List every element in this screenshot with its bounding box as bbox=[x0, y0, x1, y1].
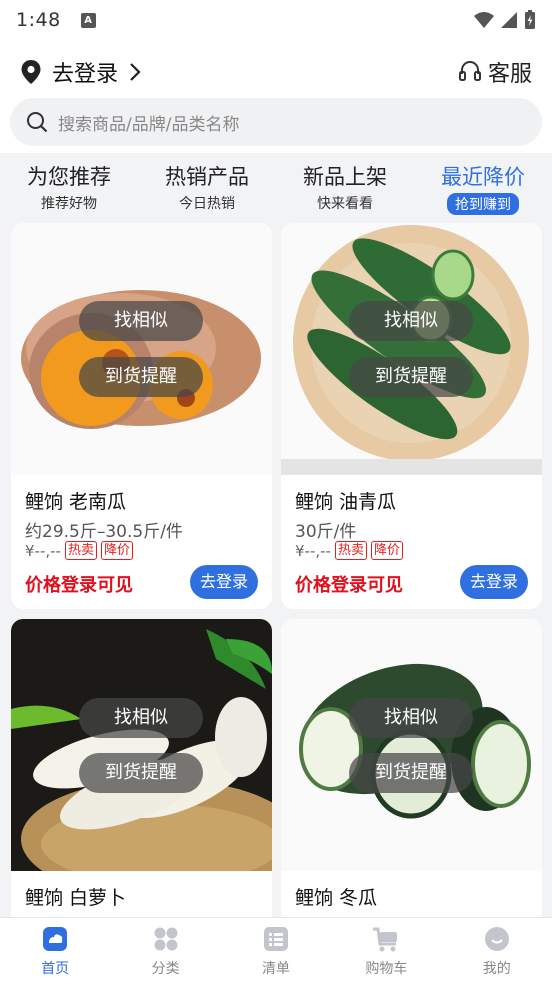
customer-service-label: 客服 bbox=[487, 62, 532, 87]
tab-subtitle: 快来看看 bbox=[317, 196, 373, 212]
arrival-notify-button[interactable]: 到货提醒 bbox=[349, 753, 473, 793]
arrival-notify-button[interactable]: 到货提醒 bbox=[349, 357, 473, 397]
nav-label: 我的 bbox=[482, 961, 511, 977]
product-image-pumpkin: 找相似 到货提醒 bbox=[11, 223, 272, 475]
product-name: 鲤饷 冬瓜 bbox=[295, 887, 378, 909]
tab-title: 热销产品 bbox=[165, 165, 249, 189]
product-name: 鲤饷 油青瓜 bbox=[295, 491, 397, 513]
tag-price-drop: 降价 bbox=[100, 541, 133, 560]
cart-icon bbox=[373, 927, 398, 952]
bottom-navigation: 首页 分类 清单 购物车 我的 bbox=[0, 917, 552, 983]
tab-new[interactable]: 新品上架 快来看看 bbox=[276, 153, 414, 219]
login-button[interactable]: 去登录 bbox=[190, 565, 258, 599]
nav-category[interactable]: 分类 bbox=[110, 918, 220, 983]
search-icon bbox=[27, 112, 48, 133]
nav-profile[interactable]: 我的 bbox=[442, 918, 552, 983]
tab-price-drop[interactable]: 最近降价 抢到赚到 bbox=[414, 153, 552, 219]
search-placeholder: 搜索商品/品牌/品类名称 bbox=[58, 114, 240, 135]
price-hidden: ¥--,-- bbox=[25, 541, 61, 560]
tab-title: 最近降价 bbox=[441, 165, 525, 189]
nav-label: 购物车 bbox=[365, 961, 408, 977]
find-similar-button[interactable]: 找相似 bbox=[79, 698, 203, 738]
arrival-notify-button[interactable]: 到货提醒 bbox=[79, 357, 203, 397]
nav-label: 清单 bbox=[261, 961, 290, 977]
product-image-cucumber: 找相似 到货提醒 bbox=[281, 223, 542, 475]
product-image-winter-melon: 找相似 到货提醒 bbox=[281, 619, 542, 871]
product-spec: 约29.5斤–30.5斤/件 bbox=[25, 522, 183, 542]
nav-label: 分类 bbox=[151, 961, 180, 977]
category-tabs: 为您推荐 推荐好物 热销产品 今日热销 新品上架 快来看看 最近降价 抢到赚到 bbox=[0, 153, 552, 219]
tag-hot: 热卖 bbox=[334, 541, 367, 560]
nav-cart[interactable]: 购物车 bbox=[331, 918, 441, 983]
notification-a-icon: A bbox=[80, 12, 96, 28]
location-pin-icon bbox=[21, 60, 41, 84]
nav-label: 首页 bbox=[41, 961, 70, 977]
tab-hot[interactable]: 热销产品 今日热销 bbox=[138, 153, 276, 219]
product-spec: 30斤/件 bbox=[295, 522, 357, 542]
top-header: 去登录 客服 bbox=[0, 40, 552, 100]
arrival-notify-button[interactable]: 到货提醒 bbox=[79, 753, 203, 793]
tag-price-drop: 降价 bbox=[370, 541, 403, 560]
headset-icon bbox=[458, 61, 481, 81]
find-similar-button[interactable]: 找相似 bbox=[349, 698, 473, 738]
find-similar-button[interactable]: 找相似 bbox=[349, 301, 473, 341]
battery-icon bbox=[525, 10, 535, 29]
tab-recommend[interactable]: 为您推荐 推荐好物 bbox=[0, 153, 138, 219]
price-row: ¥--,-- 热卖 降价 bbox=[295, 541, 403, 560]
search-area: 搜索商品/品牌/品类名称 bbox=[0, 98, 552, 153]
login-button[interactable]: 去登录 bbox=[460, 565, 528, 599]
product-name: 鲤饷 老南瓜 bbox=[25, 491, 127, 513]
tab-subtitle: 抢到赚到 bbox=[447, 193, 519, 215]
product-card[interactable]: 找相似 到货提醒 鲤饷 白萝卜 bbox=[11, 619, 272, 939]
chevron-right-icon bbox=[130, 63, 141, 81]
product-card[interactable]: 找相似 到货提醒 鲤饷 油青瓜 30斤/件 ¥--,-- 热卖 降价 价格登录可… bbox=[281, 223, 542, 609]
tab-title: 新品上架 bbox=[303, 165, 387, 189]
price-hidden: ¥--,-- bbox=[295, 541, 331, 560]
signal-icon bbox=[501, 12, 517, 28]
status-icons bbox=[474, 10, 536, 30]
wifi-icon bbox=[474, 12, 494, 28]
price-login-notice: 价格登录可见 bbox=[25, 575, 133, 596]
tag-hot: 热卖 bbox=[64, 541, 97, 560]
location-label: 去登录 bbox=[52, 62, 119, 87]
tab-title: 为您推荐 bbox=[27, 165, 111, 189]
nav-home[interactable]: 首页 bbox=[0, 918, 110, 983]
find-similar-button[interactable]: 找相似 bbox=[79, 301, 203, 341]
product-name: 鲤饷 白萝卜 bbox=[25, 887, 127, 909]
price-login-notice: 价格登录可见 bbox=[295, 575, 403, 596]
home-icon bbox=[43, 927, 68, 951]
list-icon bbox=[263, 927, 288, 951]
product-card[interactable]: 找相似 到货提醒 鲤饷 老南瓜 约29.5斤–30.5斤/件 ¥--,-- 热卖… bbox=[11, 223, 272, 609]
product-card[interactable]: 找相似 到货提醒 鲤饷 冬瓜 bbox=[281, 619, 542, 939]
nav-list[interactable]: 清单 bbox=[221, 918, 331, 983]
location-login[interactable]: 去登录 bbox=[20, 56, 142, 88]
category-icon bbox=[154, 927, 178, 951]
search-input[interactable]: 搜索商品/品牌/品类名称 bbox=[10, 98, 542, 146]
status-time: 1:48 bbox=[16, 9, 61, 31]
tab-subtitle: 今日热销 bbox=[179, 196, 235, 212]
profile-icon bbox=[484, 927, 509, 951]
product-image-radish: 找相似 到货提醒 bbox=[11, 619, 272, 871]
status-bar: 1:48 A bbox=[0, 0, 552, 40]
customer-service-button[interactable]: 客服 bbox=[458, 56, 532, 88]
price-row: ¥--,-- 热卖 降价 bbox=[25, 541, 133, 560]
tab-subtitle: 推荐好物 bbox=[41, 196, 97, 212]
